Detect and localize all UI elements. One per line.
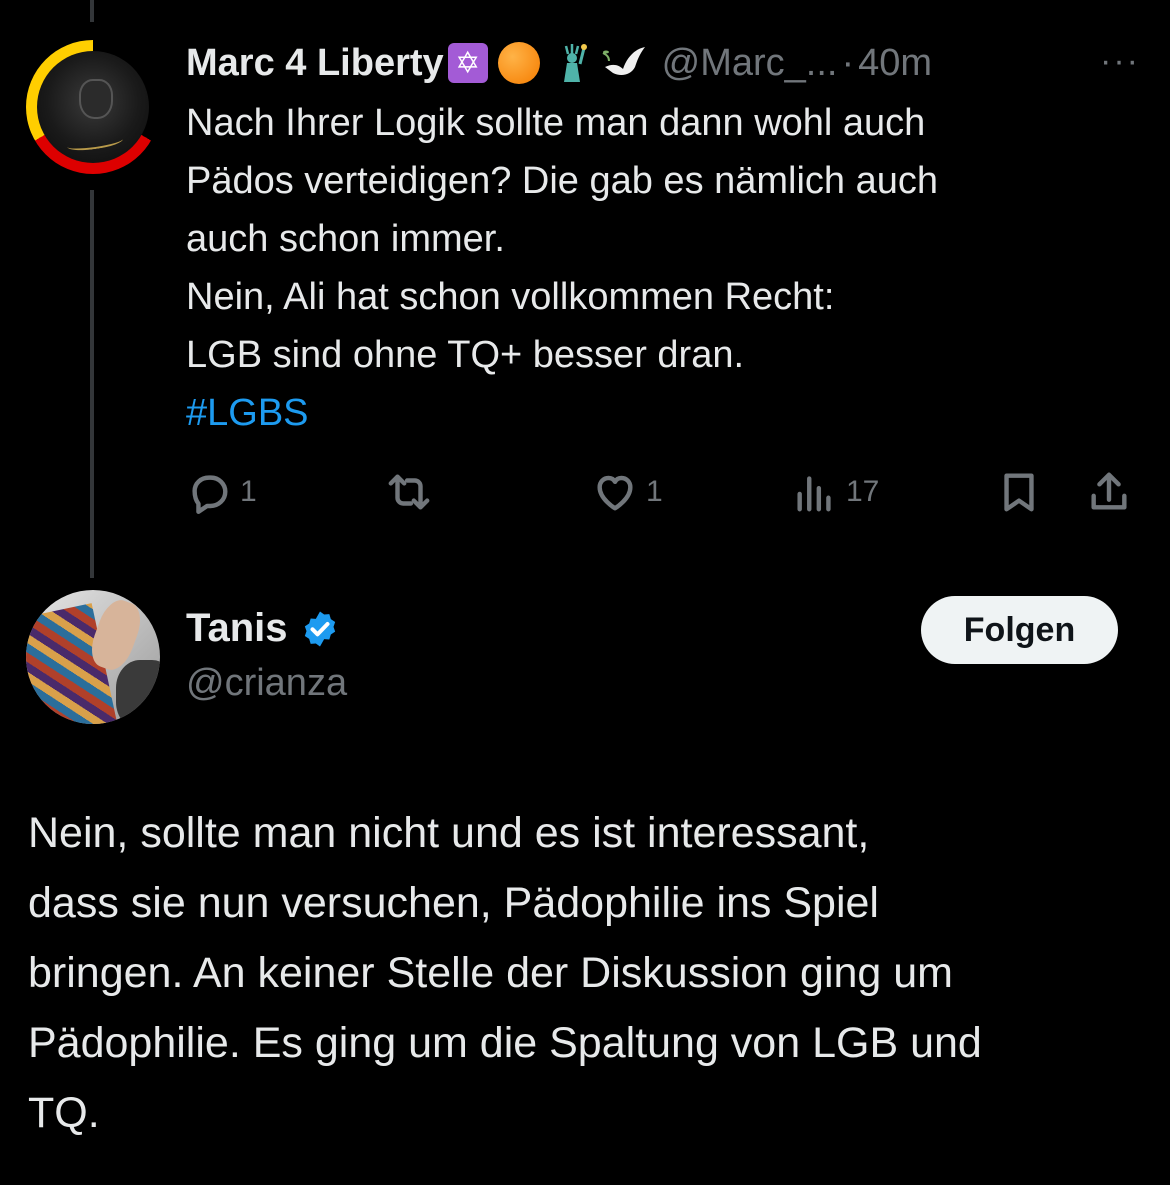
repost-button[interactable] — [386, 468, 440, 516]
post-text-line: LGB sind ohne TQ+ besser dran. — [186, 334, 745, 376]
thread-line — [90, 190, 94, 578]
reply-icon — [192, 475, 228, 514]
post-text: Nach Ihrer Logik sollte man dann wohl au… — [186, 94, 1146, 442]
post-text-line: TQ. — [28, 1089, 100, 1137]
views-button[interactable]: 17 — [792, 468, 879, 516]
post-text-line: dass sie nun versuchen, Pädophilie ins S… — [28, 879, 879, 927]
dove-emoji — [600, 42, 648, 84]
post-text-line: Nein, Ali hat schon vollkommen Recht: — [186, 276, 835, 318]
follow-button[interactable]: Folgen — [921, 596, 1118, 664]
reply-post: Marc 4 Liberty ✡ @Marc_... · 40m ··· Nac… — [186, 38, 1146, 442]
post-text: Nein, sollte man nicht und es ist intere… — [28, 798, 1148, 1148]
timestamp[interactable]: 40m — [858, 42, 932, 85]
thread-line-top — [90, 0, 94, 22]
post-text-line: bringen. An keiner Stelle der Diskussion… — [28, 949, 954, 997]
like-count: 1 — [646, 475, 663, 508]
like-button[interactable]: 1 — [592, 468, 663, 516]
heart-icon — [597, 475, 633, 511]
post-text-line: Nach Ihrer Logik sollte man dann wohl au… — [186, 102, 926, 144]
avatar-image — [37, 51, 149, 163]
reply-count: 1 — [240, 475, 257, 508]
post-text-line: Pädophilie. Es ging um die Spaltung von … — [28, 1019, 982, 1067]
post-text-line: Pädos verteidigen? Die gab es nämlich au… — [186, 160, 939, 202]
views-icon — [797, 476, 831, 512]
repost-icon — [388, 474, 430, 510]
handle[interactable]: @Marc_... — [662, 42, 838, 85]
display-name[interactable]: Marc 4 Liberty — [186, 42, 444, 85]
hashtag-link[interactable]: #LGBS — [186, 384, 1146, 442]
handle[interactable]: @crianza — [186, 662, 347, 705]
avatar[interactable] — [26, 590, 160, 724]
post-text-line: Nein, sollte man nicht und es ist intere… — [28, 809, 870, 857]
separator-dot: · — [841, 41, 855, 84]
verified-badge-icon — [304, 611, 335, 646]
share-button[interactable] — [1086, 468, 1132, 516]
bookmark-button[interactable] — [996, 468, 1042, 516]
more-icon[interactable]: ··· — [1094, 38, 1146, 88]
star-of-david-emoji: ✡ — [447, 43, 488, 83]
post-header: Marc 4 Liberty ✡ @Marc_... · 40m ··· — [186, 38, 1146, 88]
orange-circle-emoji — [497, 42, 540, 84]
statue-of-liberty-emoji — [552, 42, 594, 84]
display-name-row: Tanis — [186, 606, 340, 651]
share-icon — [1091, 472, 1127, 510]
reply-button[interactable]: 1 — [186, 468, 257, 516]
action-bar: 1 1 17 — [186, 468, 1146, 516]
view-count: 17 — [846, 475, 880, 508]
post-text-line: auch schon immer. — [186, 218, 505, 260]
bookmark-icon — [1004, 473, 1034, 512]
display-name[interactable]: Tanis — [186, 606, 288, 651]
avatar[interactable] — [26, 40, 160, 174]
